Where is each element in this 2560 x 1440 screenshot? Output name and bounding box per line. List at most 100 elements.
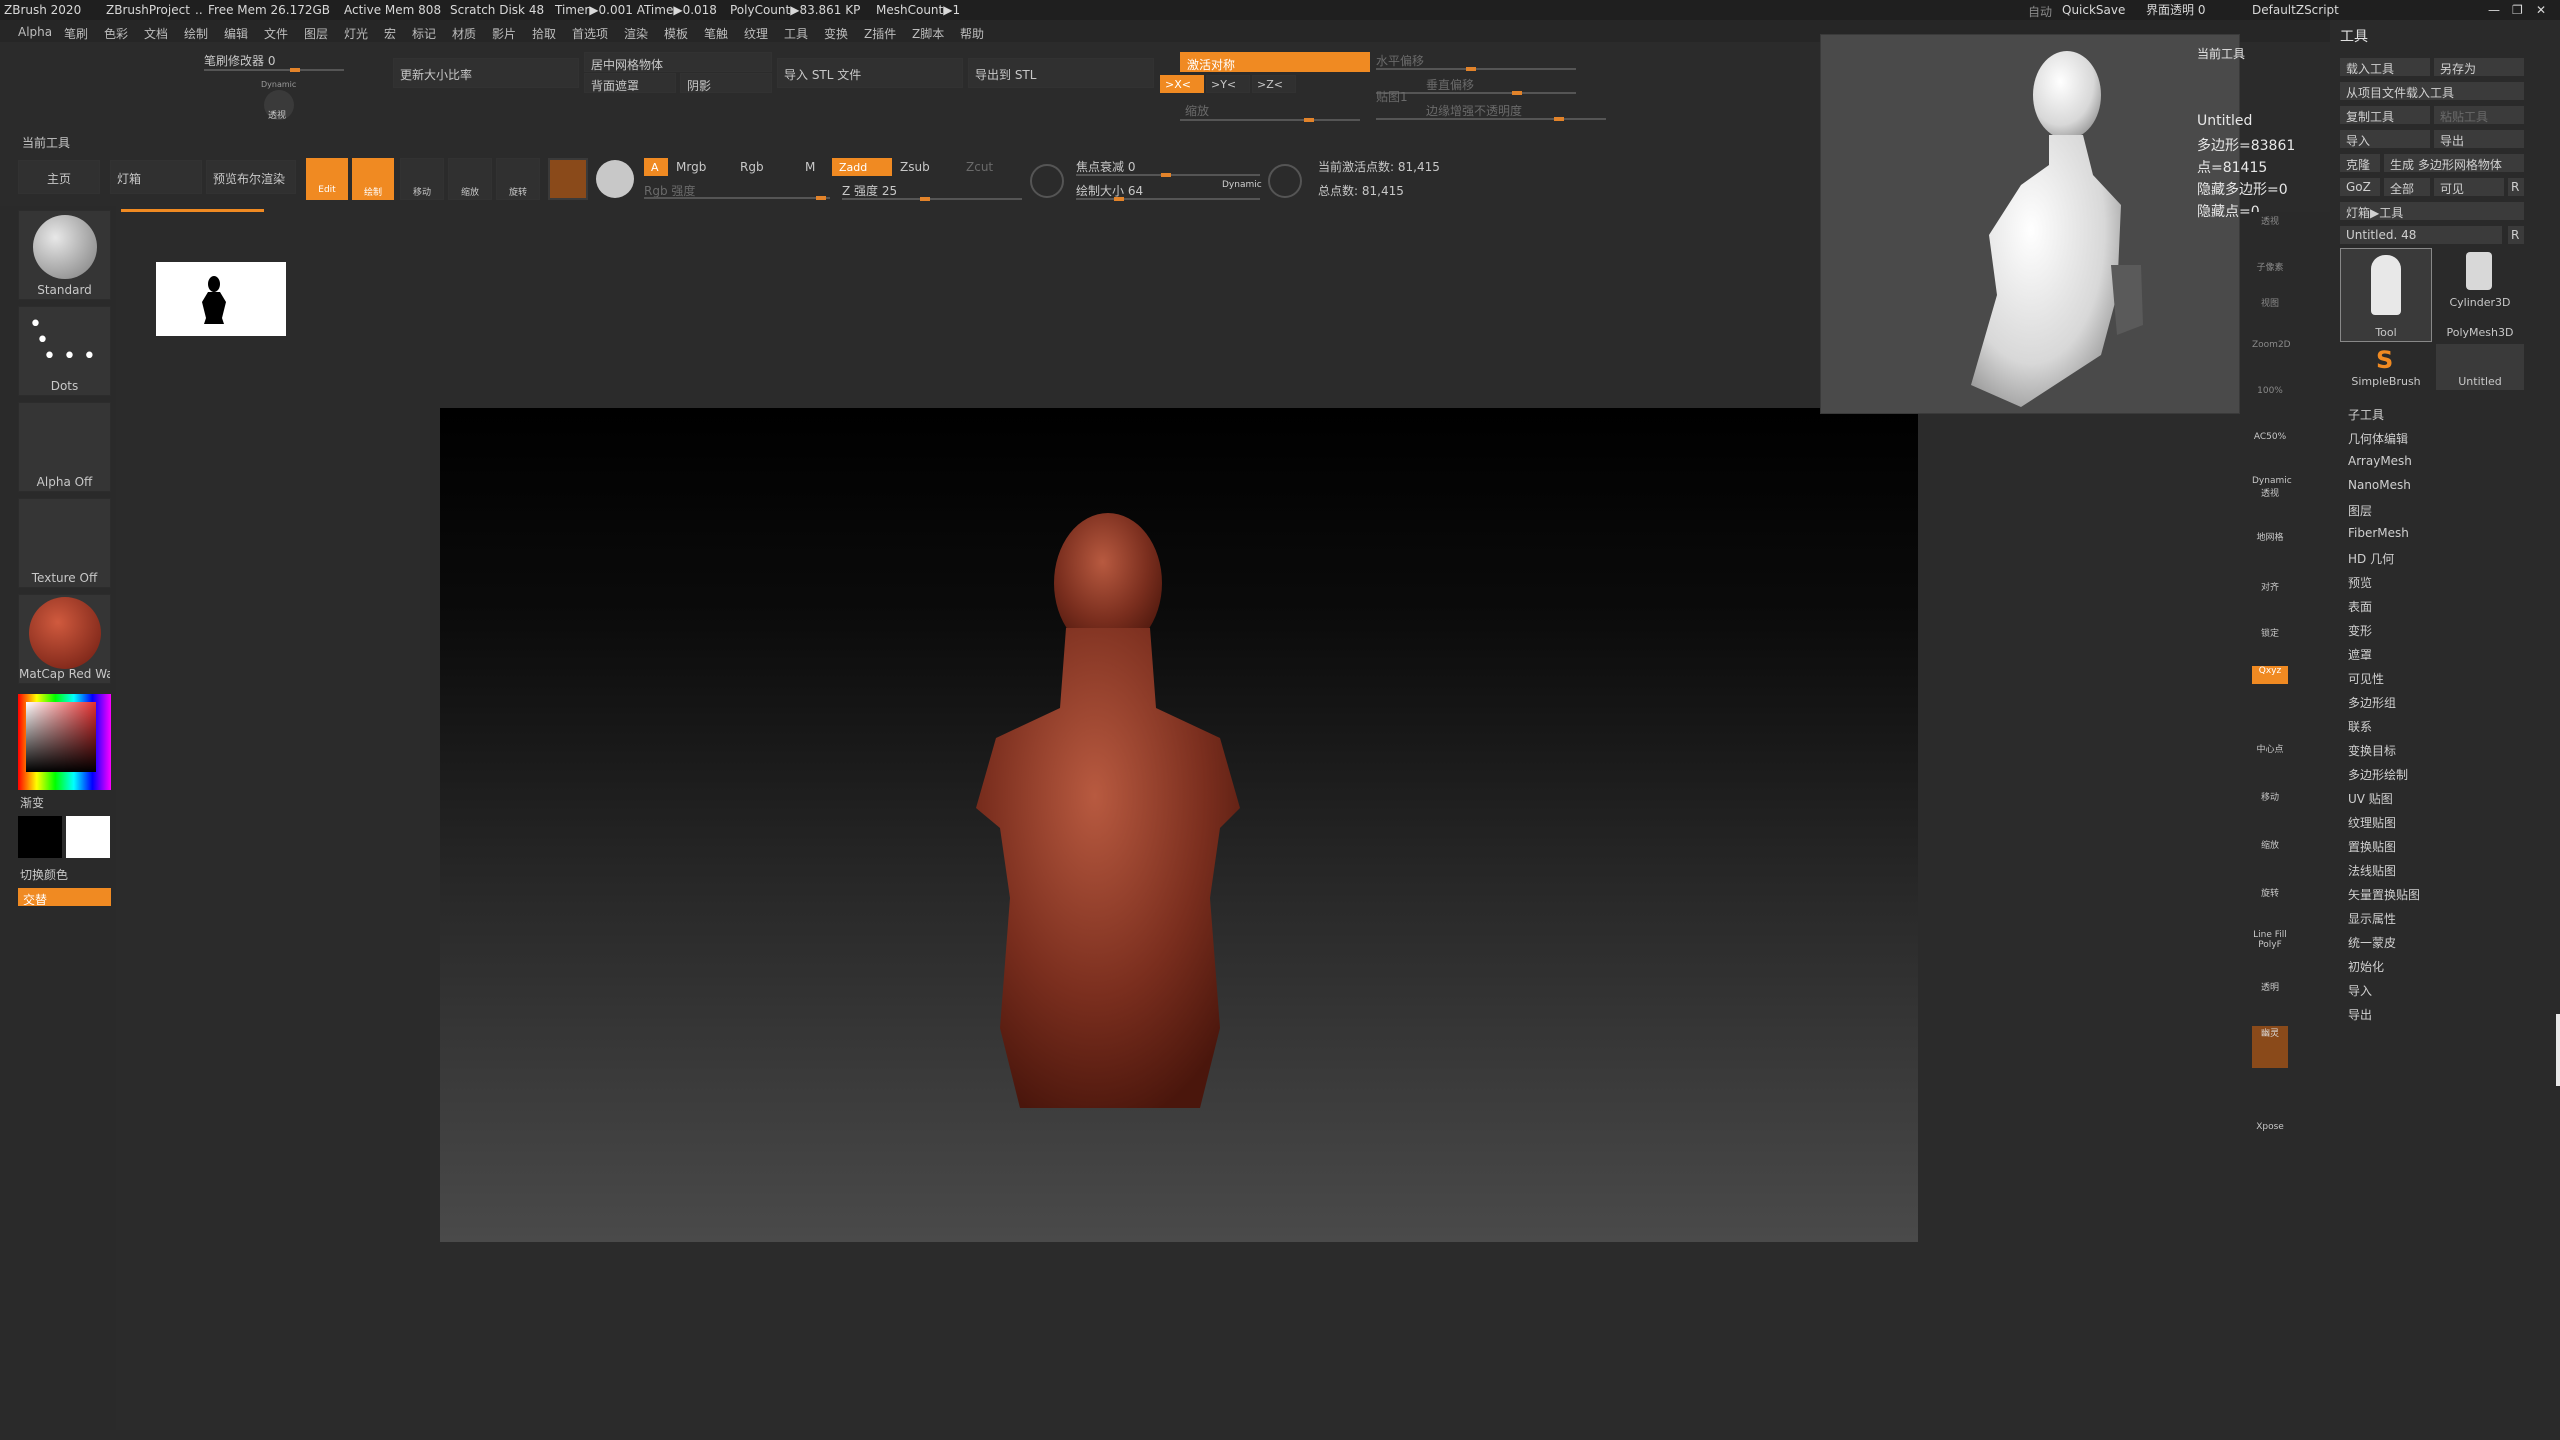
tool-section-item[interactable]: ArrayMesh	[2348, 454, 2412, 468]
make-polymesh-button[interactable]: 生成 多边形网格物体	[2384, 154, 2524, 172]
tool-section-item[interactable]: 几何体编辑	[2348, 430, 2408, 447]
menu-item[interactable]: 笔触	[704, 25, 728, 42]
menu-item[interactable]: 模板	[664, 25, 688, 42]
quicksave-button[interactable]: QuickSave	[2062, 3, 2125, 17]
rgb-button[interactable]: Rgb	[740, 160, 764, 174]
tool-section-item[interactable]: 法线贴图	[2348, 862, 2396, 879]
lock-icon[interactable]: 锁定	[2252, 626, 2288, 664]
edit-button[interactable]: Edit	[306, 158, 348, 200]
draw-size-dynamic[interactable]: Dynamic	[1222, 180, 1262, 190]
export-button[interactable]: 导出	[2434, 130, 2524, 148]
copy-tool-button[interactable]: 复制工具	[2340, 106, 2430, 124]
main-color-swatch[interactable]	[18, 816, 62, 858]
center-mesh-button[interactable]: 居中网格物体	[584, 52, 772, 72]
brush-modifier-slider[interactable]	[204, 68, 344, 72]
menu-item[interactable]: 纹理	[744, 25, 768, 42]
lightbox-tools-button[interactable]: 灯箱▶工具	[2340, 202, 2524, 220]
tool-section-item[interactable]: 导出	[2348, 1006, 2372, 1023]
texture-thumb[interactable]: Texture Off	[18, 498, 111, 588]
menu-item[interactable]: 拾取	[532, 25, 556, 42]
align-icon[interactable]: 对齐	[2252, 580, 2288, 618]
focal-shift-slider[interactable]	[1076, 173, 1260, 177]
menu-item[interactable]: 绘制	[184, 25, 208, 42]
tool-section-item[interactable]: HD 几何	[2348, 550, 2394, 567]
menu-item[interactable]: 笔刷	[64, 25, 88, 42]
preview-bpr-button[interactable]: 预览布尔渲染	[206, 160, 296, 194]
mrgb-button[interactable]: Mrgb	[676, 160, 706, 174]
r-button[interactable]: R	[2508, 178, 2524, 196]
ui-transparency[interactable]: 界面透明 0	[2146, 1, 2205, 18]
tool-section-item[interactable]: 遮罩	[2348, 646, 2372, 663]
floor-grid-icon[interactable]: 地网格	[2252, 530, 2288, 568]
tool-section-item[interactable]: 变换目标	[2348, 742, 2396, 759]
zcut-button[interactable]: Zcut	[966, 160, 993, 174]
tool-section-item[interactable]: 子工具	[2348, 406, 2384, 423]
brush-thumb[interactable]: Standard	[18, 210, 111, 300]
tool-section-item[interactable]: 初始化	[2348, 958, 2384, 975]
menu-item[interactable]: 工具	[784, 25, 808, 42]
tool-thumb-simplebrush[interactable]: S SimpleBrush	[2340, 344, 2432, 390]
tool-section-item[interactable]: 纹理贴图	[2348, 814, 2396, 831]
import-stl-button[interactable]: 导入 STL 文件	[777, 58, 963, 88]
draw-size-slider[interactable]	[1076, 197, 1260, 201]
move-button[interactable]: 移动	[400, 158, 444, 200]
import-button[interactable]: 导入	[2340, 130, 2430, 148]
line-fill-icon[interactable]: Line Fill PolyF	[2252, 930, 2288, 968]
tool-section-item[interactable]: 多边形组	[2348, 694, 2396, 711]
update-ratio-button[interactable]: 更新大小比率	[393, 58, 579, 88]
menu-item[interactable]: 编辑	[224, 25, 248, 42]
zoom2d-icon[interactable]: Zoom2D	[2252, 340, 2291, 378]
tool-section-item[interactable]: 可见性	[2348, 670, 2384, 687]
material-thumb[interactable]: MatCap Red Wa	[18, 594, 111, 684]
h-offset-slider[interactable]	[1376, 67, 1576, 71]
r-button-2[interactable]: R	[2508, 226, 2524, 244]
edge-opacity-slider[interactable]	[1376, 117, 1606, 121]
zadd-button[interactable]: Zadd	[832, 158, 892, 176]
scale-button[interactable]: 缩放	[448, 158, 492, 200]
zsub-button[interactable]: Zsub	[900, 160, 930, 174]
m-button[interactable]: M	[805, 160, 815, 174]
save-as-button[interactable]: 另存为	[2434, 58, 2524, 76]
rotate-hand-icon[interactable]: 旋转	[2252, 886, 2288, 924]
sym-y-button[interactable]: >Y<	[1206, 75, 1250, 93]
tool-section-item[interactable]: 导入	[2348, 982, 2372, 999]
menu-item[interactable]: 标记	[412, 25, 436, 42]
shadow-button[interactable]: 阴影	[680, 73, 772, 93]
home-button[interactable]: 主页	[18, 160, 100, 194]
menu-item[interactable]: 首选项	[572, 25, 608, 42]
xpose-icon[interactable]: Xpose	[2252, 1122, 2288, 1160]
menu-item[interactable]: 灯光	[344, 25, 368, 42]
color-square[interactable]	[26, 702, 96, 772]
stroke-thumb[interactable]: • • • • • Dots	[18, 306, 111, 396]
menu-item[interactable]: 文件	[264, 25, 288, 42]
ac50-icon[interactable]: AC50%	[2252, 432, 2288, 470]
dynamic-persp-shelf-icon[interactable]: Dynamic 透视	[2252, 476, 2292, 514]
lightbox-button[interactable]: 灯箱	[110, 160, 202, 194]
menu-item[interactable]: Alpha	[18, 25, 52, 39]
sym-x-button[interactable]: >X<	[1160, 75, 1204, 93]
default-zscript[interactable]: DefaultZScript	[2252, 3, 2339, 17]
back-mask-button[interactable]: 背面遮罩	[584, 73, 676, 93]
load-from-project-button[interactable]: 从项目文件载入工具	[2340, 82, 2524, 100]
menu-item[interactable]: 影片	[492, 25, 516, 42]
move-hand-icon[interactable]: 移动	[2252, 790, 2288, 828]
tool-thumb-untitled[interactable]: Untitled	[2436, 344, 2524, 390]
menu-item[interactable]: 宏	[384, 25, 396, 42]
tool-section-item[interactable]: 矢量置换贴图	[2348, 886, 2420, 903]
menu-item[interactable]: Z脚本	[912, 25, 944, 42]
tool-section-item[interactable]: 显示属性	[2348, 910, 2396, 927]
viewport-document[interactable]	[440, 408, 1918, 1242]
tool-section-item[interactable]: 联系	[2348, 718, 2372, 735]
tool-section-item[interactable]: 变形	[2348, 622, 2372, 639]
tool-section-item[interactable]: 统一蒙皮	[2348, 934, 2396, 951]
view-icon[interactable]: 视图	[2252, 296, 2288, 334]
menu-item[interactable]: 渲染	[624, 25, 648, 42]
tool-section-item[interactable]: 预览	[2348, 574, 2372, 591]
activate-symmetry-button[interactable]: 激活对称	[1180, 52, 1370, 72]
zoom-slider[interactable]	[1180, 118, 1360, 122]
export-stl-button[interactable]: 导出到 STL	[968, 58, 1154, 88]
close-icon[interactable]: ✕	[2536, 3, 2546, 17]
tool-thumb-cylinder[interactable]: Cylinder3D PolyMesh3D	[2436, 248, 2524, 342]
focal-icon[interactable]	[1030, 164, 1064, 198]
scale-hand-icon[interactable]: 缩放	[2252, 838, 2288, 876]
